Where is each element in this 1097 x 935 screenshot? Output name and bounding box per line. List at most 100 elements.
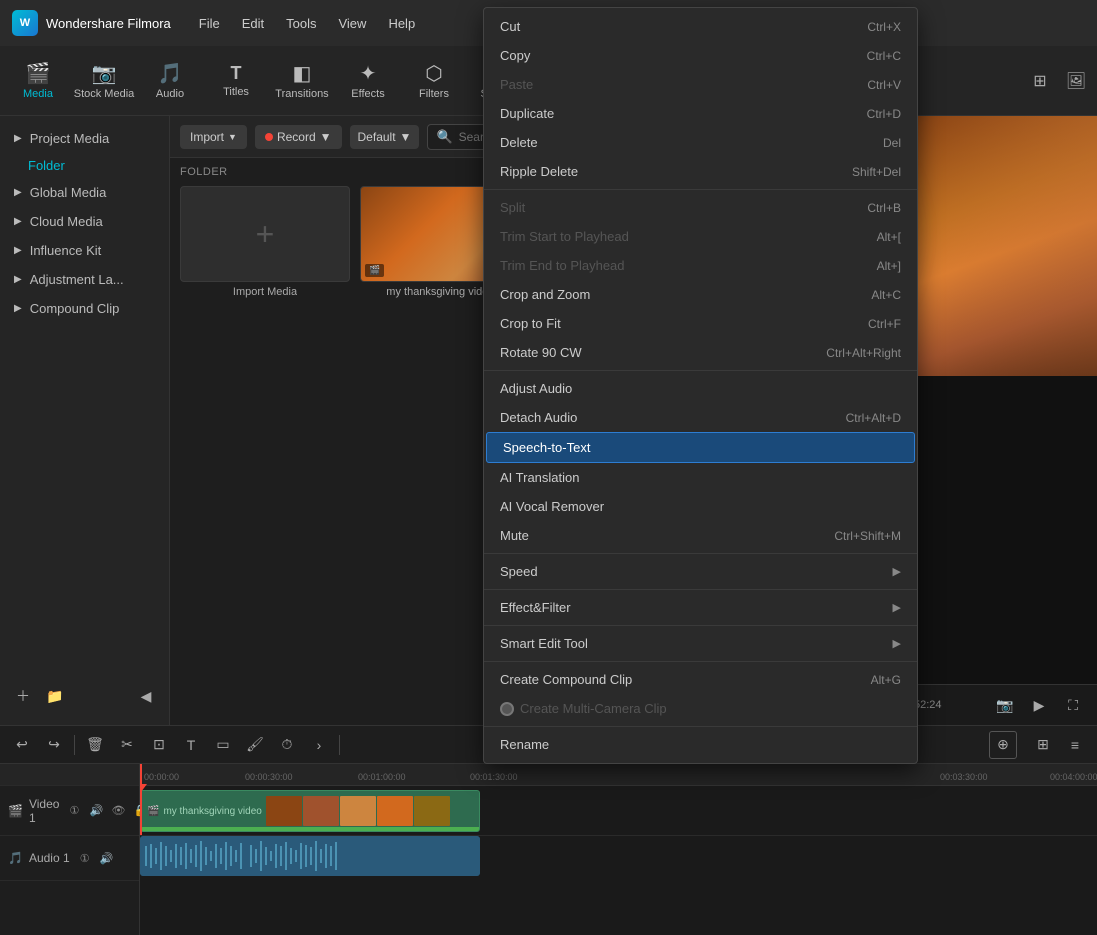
add-media-btn[interactable]: ＋ — [10, 683, 36, 709]
toolbar-audio[interactable]: 🎵 Audio — [138, 50, 202, 112]
toolbar-titles[interactable]: T Titles — [204, 50, 268, 112]
preview-buttons: 📷 ▶ ⛶ — [991, 691, 1087, 719]
menu-tools[interactable]: Tools — [276, 12, 326, 35]
menu-file[interactable]: File — [189, 12, 230, 35]
import-media-label: Import Media — [233, 286, 297, 298]
timeline-body: 🎬 Video 1 ① 🔊 👁 🔒 🎵 Audio 1 ① 🔊 — [0, 764, 1097, 935]
record-button[interactable]: Record ▼ — [255, 125, 342, 149]
shape-btn[interactable]: ▭ — [209, 731, 237, 759]
ruler-mark-30: 00:00:30:00 — [245, 772, 293, 782]
add-track-btn[interactable]: ⊕ — [989, 731, 1017, 759]
film-frame-2 — [303, 796, 339, 826]
app-logo-icon: W — [12, 10, 38, 36]
dropdown-arrow-icon: ▼ — [320, 130, 332, 144]
ctx-duplicate[interactable]: Duplicate Ctrl+D — [484, 99, 917, 128]
ctx-crop-fit[interactable]: Crop to Fit Ctrl+F — [484, 309, 917, 338]
toolbar-filters[interactable]: ⬡ Filters — [402, 50, 466, 112]
waveform-svg — [140, 836, 480, 876]
ctx-crop-zoom[interactable]: Crop and Zoom Alt+C — [484, 280, 917, 309]
video-track-eye-icon[interactable]: 👁 — [109, 802, 127, 820]
ctx-create-compound[interactable]: Create Compound Clip Alt+G — [484, 665, 917, 694]
default-button[interactable]: Default ▼ — [350, 125, 420, 149]
sidebar-item-project-media[interactable]: ▶ Project Media — [0, 124, 169, 153]
ctx-delete[interactable]: Delete Del — [484, 128, 917, 157]
dropdown-arrow-icon: ▼ — [400, 130, 412, 144]
film-frame-3 — [340, 796, 376, 826]
toolbar-stock-media[interactable]: 📷 Stock Media — [72, 50, 136, 112]
ctx-detach-audio[interactable]: Detach Audio Ctrl+Alt+D — [484, 403, 917, 432]
titles-icon: T — [231, 63, 242, 84]
audio-track-label: Audio 1 — [29, 851, 70, 865]
playhead-line — [140, 764, 142, 785]
text-btn[interactable]: T — [177, 731, 205, 759]
arrow-icon: ▶ — [14, 274, 22, 285]
audio-track-number-icon: ① — [76, 849, 94, 867]
dropdown-arrow-icon: ▼ — [228, 132, 237, 142]
audio-track-mute-icon[interactable]: 🔊 — [98, 849, 116, 867]
menu-help[interactable]: Help — [378, 12, 425, 35]
audio-waveform[interactable] — [140, 836, 480, 876]
ctx-mute[interactable]: Mute Ctrl+Shift+M — [484, 521, 917, 550]
sidebar-folder[interactable]: Folder — [0, 153, 169, 178]
layout-grid-btn[interactable]: ⊞ — [1025, 66, 1055, 96]
toolbar-separator — [339, 735, 340, 755]
filmstrip — [266, 796, 450, 826]
ctx-ai-translation[interactable]: AI Translation — [484, 463, 917, 492]
paint-btn[interactable]: 🖌 — [241, 731, 269, 759]
app-title: Wondershare Filmora — [46, 16, 171, 31]
collapse-btn[interactable]: ◀ — [133, 683, 159, 709]
ctx-speech-to-text[interactable]: Speech-to-Text — [486, 432, 915, 463]
sidebar-item-influence-kit[interactable]: ▶ Influence Kit — [0, 236, 169, 265]
video-clip[interactable]: 🎬 my thanksgiving video — [140, 790, 480, 832]
menu-edit[interactable]: Edit — [232, 12, 274, 35]
menu-view[interactable]: View — [328, 12, 376, 35]
play-btn[interactable]: ▶ — [1025, 691, 1053, 719]
sidebar-item-compound-clip[interactable]: ▶ Compound Clip — [0, 294, 169, 323]
film-frame-1 — [266, 796, 302, 826]
ctx-ripple-delete[interactable]: Ripple Delete Shift+Del — [484, 157, 917, 186]
video-track-mute-icon[interactable]: 🔊 — [87, 802, 105, 820]
crop-btn[interactable]: ⊡ — [145, 731, 173, 759]
grid-view-btn[interactable]: ⊞ — [1029, 731, 1057, 759]
import-button[interactable]: Import ▼ — [180, 125, 247, 149]
sidebar-item-adjustment[interactable]: ▶ Adjustment La... — [0, 265, 169, 294]
layout-img-btn[interactable]: 🖼 — [1061, 66, 1091, 96]
ctx-sep-7 — [484, 726, 917, 727]
undo-btn[interactable]: ↩ — [8, 731, 36, 759]
ctx-copy[interactable]: Copy Ctrl+C — [484, 41, 917, 70]
sidebar-item-global-media[interactable]: ▶ Global Media — [0, 178, 169, 207]
ctx-rotate[interactable]: Rotate 90 CW Ctrl+Alt+Right — [484, 338, 917, 367]
folder-btn[interactable]: 📁 — [42, 683, 68, 709]
audio-track-area — [140, 836, 1097, 881]
ctx-trim-end: Trim End to Playhead Alt+] — [484, 251, 917, 280]
sidebar-item-cloud-media[interactable]: ▶ Cloud Media — [0, 207, 169, 236]
timeline-content: 🎬 my thanksgiving video — [140, 786, 1097, 935]
redo-btn[interactable]: ↪ — [40, 731, 68, 759]
toolbar-effects[interactable]: ✦ Effects — [336, 50, 400, 112]
list-view-btn[interactable]: ≡ — [1061, 731, 1089, 759]
ruler-mark-330: 00:03:30:00 — [940, 772, 988, 782]
sidebar-bottom: ＋ 📁 ◀ — [0, 675, 169, 717]
add-icon: + — [256, 216, 275, 253]
ctx-adjust-audio[interactable]: Adjust Audio — [484, 374, 917, 403]
more-btn[interactable]: › — [305, 731, 333, 759]
menu-bar: File Edit Tools View Help — [189, 12, 425, 35]
import-media-card[interactable]: + Import Media — [180, 186, 350, 298]
delete-btn[interactable]: 🗑 — [81, 731, 109, 759]
toolbar-transitions[interactable]: ◧ Transitions — [270, 50, 334, 112]
timer-btn[interactable]: ⏱ — [273, 731, 301, 759]
toolbar-media[interactable]: 🎬 Media — [6, 50, 70, 112]
filters-icon: ⬡ — [425, 61, 442, 86]
ctx-effect-filter[interactable]: Effect&Filter ▶ — [484, 593, 917, 622]
ctx-smart-edit[interactable]: Smart Edit Tool ▶ — [484, 629, 917, 658]
video-track-icons: ① 🔊 👁 🔒 — [65, 802, 149, 820]
toolbar-right: ⊞ 🖼 — [1025, 66, 1091, 96]
camera-btn[interactable]: 📷 — [991, 691, 1019, 719]
ctx-cut[interactable]: Cut Ctrl+X — [484, 12, 917, 41]
fullscreen-btn[interactable]: ⛶ — [1059, 691, 1087, 719]
ctx-ai-vocal-remover[interactable]: AI Vocal Remover — [484, 492, 917, 521]
ctx-rename[interactable]: Rename — [484, 730, 917, 759]
ctx-speed[interactable]: Speed ▶ — [484, 557, 917, 586]
cut-btn[interactable]: ✂ — [113, 731, 141, 759]
search-icon: 🔍 — [436, 129, 452, 145]
